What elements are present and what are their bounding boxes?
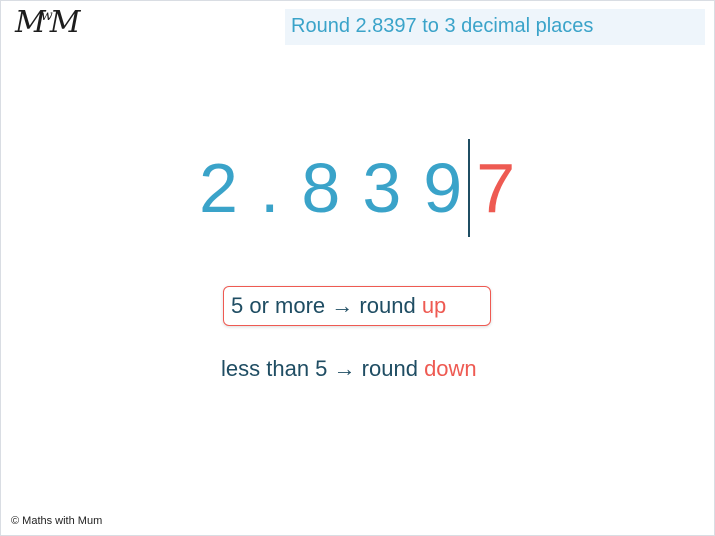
rule2-lead: less than 5 (221, 356, 328, 381)
arrow-right-icon: → (331, 293, 354, 318)
rule1-action: round (359, 293, 416, 318)
rule1-direction: up (421, 293, 447, 318)
rounding-divider (468, 139, 471, 237)
digit-thousandths: 9 (423, 149, 463, 227)
number-display: 2 . 8 3 9 7 (199, 139, 516, 237)
digit-tenths: 8 (301, 149, 341, 227)
page-title: Round 2.8397 to 3 decimal places (291, 15, 594, 37)
footer-copyright: © Maths with Mum (11, 515, 103, 527)
rule1-lead: 5 or more (231, 293, 326, 318)
title-bar: Round 2.8397 to 3 decimal places (285, 9, 705, 45)
round-down-rule: less than 5 → round down (221, 356, 477, 382)
logo-letter-left: M (15, 5, 46, 40)
digit-hundredths: 3 (362, 149, 402, 227)
slide: MwM Round 2.8397 to 3 decimal places 2 .… (0, 0, 715, 536)
round-up-rule: 5 or more → round up (231, 293, 446, 319)
digit-deciding: 7 (476, 149, 516, 227)
logo: MwM (15, 5, 81, 40)
arrow-right-icon: → (333, 356, 356, 381)
decimal-point: . (259, 149, 280, 227)
rule2-direction: down (424, 356, 477, 381)
digit-units: 2 (199, 149, 238, 227)
rule2-action: round (361, 356, 418, 381)
logo-letter-right: M (49, 5, 81, 40)
